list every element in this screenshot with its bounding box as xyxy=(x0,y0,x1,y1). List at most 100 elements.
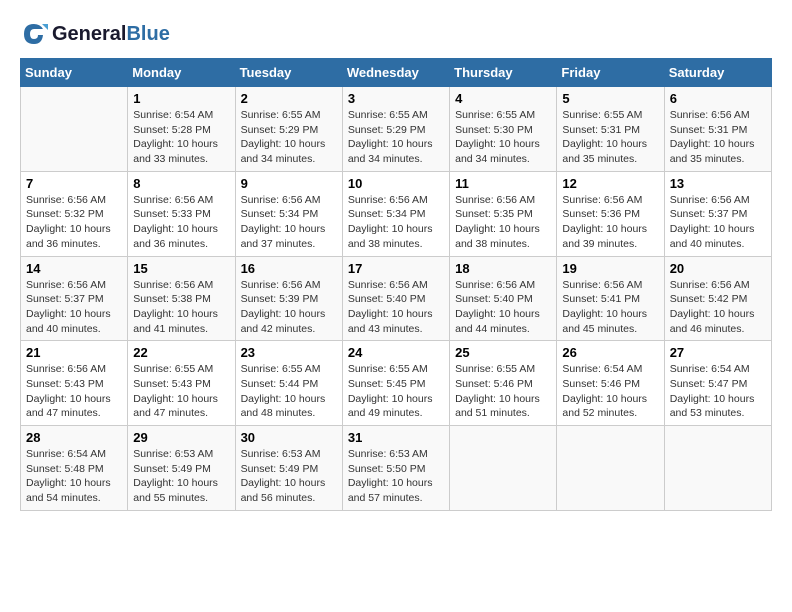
calendar-cell: 27 Sunrise: 6:54 AMSunset: 5:47 PMDayligh… xyxy=(664,341,771,426)
logo-text: GeneralBlue xyxy=(52,23,170,45)
calendar-cell: 7Sunrise: 6:56 AMSunset: 5:32 PMDaylight… xyxy=(21,171,128,256)
calendar-cell: 25 Sunrise: 6:55 AMSunset: 5:46 PMDayligh… xyxy=(450,341,557,426)
day-info: Sunrise: 6:54 AMSunset: 5:47 PMDaylight:… xyxy=(670,362,766,421)
calendar-cell: 21Sunrise: 6:56 AMSunset: 5:43 PMDayligh… xyxy=(21,341,128,426)
day-number: 10 xyxy=(348,176,444,191)
calendar-cell: 17 Sunrise: 6:56 AMSunset: 5:40 PMDayligh… xyxy=(342,256,449,341)
calendar-cell: 29Sunrise: 6:53 AMSunset: 5:49 PMDayligh… xyxy=(128,426,235,511)
day-number: 7 xyxy=(26,176,122,191)
day-info: Sunrise: 6:56 AMSunset: 5:31 PMDaylight:… xyxy=(670,108,766,167)
calendar-cell: 11Sunrise: 6:56 AMSunset: 5:35 PMDayligh… xyxy=(450,171,557,256)
day-number: 25 xyxy=(455,345,551,360)
day-number: 12 xyxy=(562,176,658,191)
calendar-cell: 6 Sunrise: 6:56 AMSunset: 5:31 PMDaylight… xyxy=(664,87,771,172)
calendar-cell: 24 Sunrise: 6:55 AMSunset: 5:45 PMDayligh… xyxy=(342,341,449,426)
day-info: Sunrise: 6:55 AMSunset: 5:46 PMDaylight:… xyxy=(455,362,551,421)
day-number: 30 xyxy=(241,430,337,445)
day-number: 21 xyxy=(26,345,122,360)
day-number: 29 xyxy=(133,430,229,445)
day-number: 22 xyxy=(133,345,229,360)
day-number: 8 xyxy=(133,176,229,191)
calendar-cell: 16 Sunrise: 6:56 AMSunset: 5:39 PMDayligh… xyxy=(235,256,342,341)
calendar-cell: 2 Sunrise: 6:55 AMSunset: 5:29 PMDaylight… xyxy=(235,87,342,172)
day-number: 9 xyxy=(241,176,337,191)
calendar-cell: 14 Sunrise: 6:56 AMSunset: 5:37 PMDayligh… xyxy=(21,256,128,341)
day-info: Sunrise: 6:56 AMSunset: 5:36 PMDaylight:… xyxy=(562,193,658,252)
day-number: 3 xyxy=(348,91,444,106)
calendar-week-row: 14 Sunrise: 6:56 AMSunset: 5:37 PMDayligh… xyxy=(21,256,772,341)
day-number: 28 xyxy=(26,430,122,445)
day-number: 16 xyxy=(241,261,337,276)
calendar-week-row: 7Sunrise: 6:56 AMSunset: 5:32 PMDaylight… xyxy=(21,171,772,256)
day-number: 4 xyxy=(455,91,551,106)
calendar-cell: 18Sunrise: 6:56 AMSunset: 5:40 PMDayligh… xyxy=(450,256,557,341)
header-row: SundayMondayTuesdayWednesdayThursdayFrid… xyxy=(21,59,772,87)
logo: GeneralBlue xyxy=(20,20,170,48)
day-of-week-header: Friday xyxy=(557,59,664,87)
day-info: Sunrise: 6:56 AMSunset: 5:37 PMDaylight:… xyxy=(26,278,122,337)
calendar-cell: 13Sunrise: 6:56 AMSunset: 5:37 PMDayligh… xyxy=(664,171,771,256)
day-info: Sunrise: 6:56 AMSunset: 5:34 PMDaylight:… xyxy=(348,193,444,252)
calendar-cell: 22Sunrise: 6:55 AMSunset: 5:43 PMDayligh… xyxy=(128,341,235,426)
day-number: 31 xyxy=(348,430,444,445)
day-info: Sunrise: 6:55 AMSunset: 5:45 PMDaylight:… xyxy=(348,362,444,421)
day-info: Sunrise: 6:53 AMSunset: 5:49 PMDaylight:… xyxy=(241,447,337,506)
day-of-week-header: Saturday xyxy=(664,59,771,87)
calendar-cell: 4 Sunrise: 6:55 AMSunset: 5:30 PMDaylight… xyxy=(450,87,557,172)
calendar-body: 1 Sunrise: 6:54 AMSunset: 5:28 PMDaylight… xyxy=(21,87,772,511)
day-info: Sunrise: 6:56 AMSunset: 5:40 PMDaylight:… xyxy=(455,278,551,337)
calendar-cell: 31 Sunrise: 6:53 AMSunset: 5:50 PMDayligh… xyxy=(342,426,449,511)
calendar-cell: 19 Sunrise: 6:56 AMSunset: 5:41 PMDayligh… xyxy=(557,256,664,341)
day-number: 24 xyxy=(348,345,444,360)
day-info: Sunrise: 6:54 AMSunset: 5:28 PMDaylight:… xyxy=(133,108,229,167)
day-number: 20 xyxy=(670,261,766,276)
day-info: Sunrise: 6:53 AMSunset: 5:50 PMDaylight:… xyxy=(348,447,444,506)
day-number: 14 xyxy=(26,261,122,276)
day-of-week-header: Tuesday xyxy=(235,59,342,87)
day-number: 17 xyxy=(348,261,444,276)
calendar-cell: 26 Sunrise: 6:54 AMSunset: 5:46 PMDayligh… xyxy=(557,341,664,426)
day-info: Sunrise: 6:54 AMSunset: 5:48 PMDaylight:… xyxy=(26,447,122,506)
calendar-cell: 1 Sunrise: 6:54 AMSunset: 5:28 PMDaylight… xyxy=(128,87,235,172)
day-info: Sunrise: 6:56 AMSunset: 5:38 PMDaylight:… xyxy=(133,278,229,337)
calendar-cell: 10 Sunrise: 6:56 AMSunset: 5:34 PMDayligh… xyxy=(342,171,449,256)
calendar-cell: 30 Sunrise: 6:53 AMSunset: 5:49 PMDayligh… xyxy=(235,426,342,511)
calendar-week-row: 1 Sunrise: 6:54 AMSunset: 5:28 PMDaylight… xyxy=(21,87,772,172)
day-number: 5 xyxy=(562,91,658,106)
logo-icon xyxy=(20,20,48,48)
day-info: Sunrise: 6:56 AMSunset: 5:37 PMDaylight:… xyxy=(670,193,766,252)
day-info: Sunrise: 6:55 AMSunset: 5:30 PMDaylight:… xyxy=(455,108,551,167)
calendar-cell: 28 Sunrise: 6:54 AMSunset: 5:48 PMDayligh… xyxy=(21,426,128,511)
calendar-cell: 15 Sunrise: 6:56 AMSunset: 5:38 PMDayligh… xyxy=(128,256,235,341)
day-info: Sunrise: 6:55 AMSunset: 5:44 PMDaylight:… xyxy=(241,362,337,421)
day-info: Sunrise: 6:54 AMSunset: 5:46 PMDaylight:… xyxy=(562,362,658,421)
day-info: Sunrise: 6:56 AMSunset: 5:42 PMDaylight:… xyxy=(670,278,766,337)
day-number: 2 xyxy=(241,91,337,106)
calendar-cell: 5 Sunrise: 6:55 AMSunset: 5:31 PMDaylight… xyxy=(557,87,664,172)
day-info: Sunrise: 6:55 AMSunset: 5:29 PMDaylight:… xyxy=(241,108,337,167)
calendar-cell: 9 Sunrise: 6:56 AMSunset: 5:34 PMDaylight… xyxy=(235,171,342,256)
day-number: 26 xyxy=(562,345,658,360)
day-of-week-header: Monday xyxy=(128,59,235,87)
day-number: 19 xyxy=(562,261,658,276)
calendar-cell: 12 Sunrise: 6:56 AMSunset: 5:36 PMDayligh… xyxy=(557,171,664,256)
day-info: Sunrise: 6:55 AMSunset: 5:29 PMDaylight:… xyxy=(348,108,444,167)
day-number: 1 xyxy=(133,91,229,106)
day-number: 15 xyxy=(133,261,229,276)
page-header: GeneralBlue xyxy=(20,20,772,48)
calendar-cell: 23Sunrise: 6:55 AMSunset: 5:44 PMDayligh… xyxy=(235,341,342,426)
day-info: Sunrise: 6:56 AMSunset: 5:34 PMDaylight:… xyxy=(241,193,337,252)
day-info: Sunrise: 6:56 AMSunset: 5:39 PMDaylight:… xyxy=(241,278,337,337)
day-info: Sunrise: 6:55 AMSunset: 5:31 PMDaylight:… xyxy=(562,108,658,167)
calendar-table: SundayMondayTuesdayWednesdayThursdayFrid… xyxy=(20,58,772,511)
day-info: Sunrise: 6:56 AMSunset: 5:35 PMDaylight:… xyxy=(455,193,551,252)
calendar-cell: 20 Sunrise: 6:56 AMSunset: 5:42 PMDayligh… xyxy=(664,256,771,341)
calendar-week-row: 21Sunrise: 6:56 AMSunset: 5:43 PMDayligh… xyxy=(21,341,772,426)
day-of-week-header: Sunday xyxy=(21,59,128,87)
calendar-cell xyxy=(557,426,664,511)
day-number: 27 xyxy=(670,345,766,360)
day-info: Sunrise: 6:56 AMSunset: 5:41 PMDaylight:… xyxy=(562,278,658,337)
day-info: Sunrise: 6:56 AMSunset: 5:40 PMDaylight:… xyxy=(348,278,444,337)
calendar-header: SundayMondayTuesdayWednesdayThursdayFrid… xyxy=(21,59,772,87)
day-number: 6 xyxy=(670,91,766,106)
